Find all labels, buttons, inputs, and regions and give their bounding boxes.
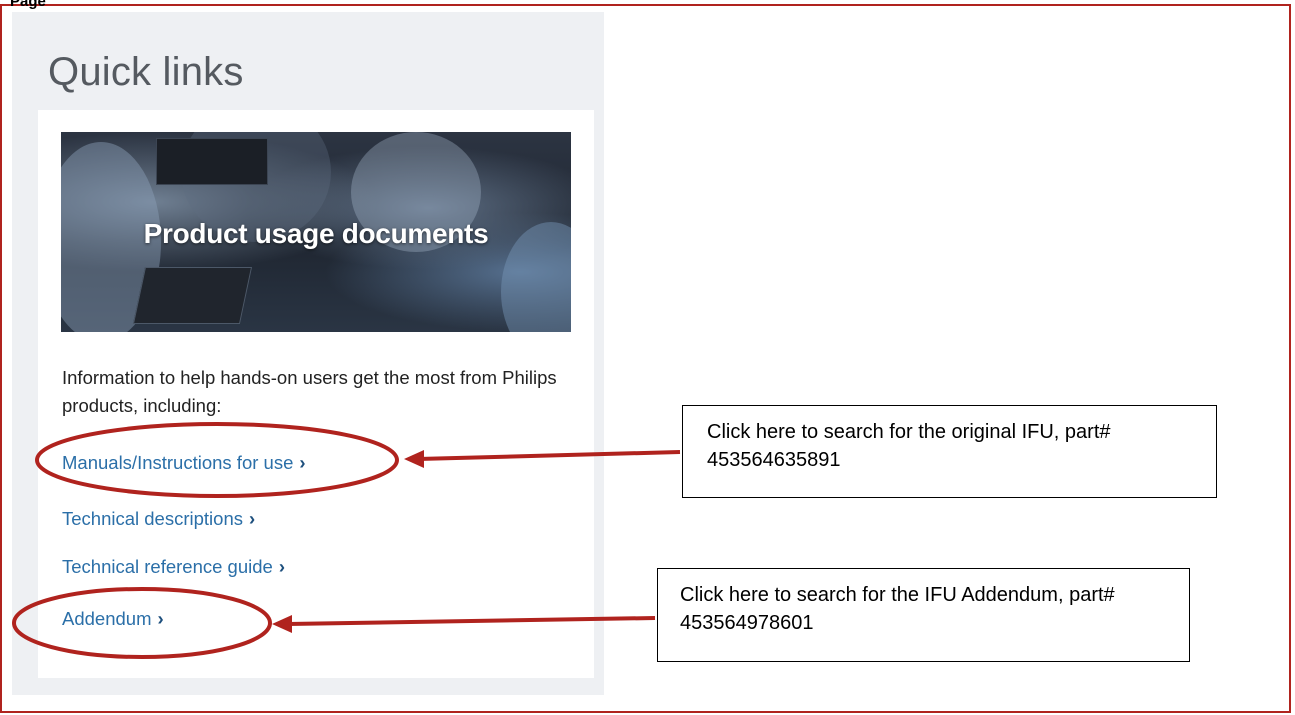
chevron-right-icon: › — [157, 608, 164, 629]
hero-title: Product usage documents — [143, 218, 489, 249]
chevron-right-icon: › — [248, 508, 256, 529]
callout-ifu-addendum: Click here to search for the IFU Addendu… — [657, 568, 1190, 662]
hero-keyboard — [132, 267, 253, 324]
top-label: Page — [10, 0, 46, 10]
hero-image[interactable]: Product usage documents — [61, 132, 571, 332]
card-description: Information to help hands-on users get t… — [62, 367, 557, 416]
addendum-link[interactable]: Addendum › — [62, 608, 164, 630]
chevron-right-icon: › — [278, 556, 285, 577]
manuals-instructions-link[interactable]: Manuals/Instructions for use › — [62, 452, 306, 474]
technical-reference-guide-link[interactable]: Technical reference guide › — [62, 556, 285, 578]
panel-title: Quick links — [48, 50, 244, 94]
hero-monitor — [156, 138, 268, 185]
technical-descriptions-link[interactable]: Technical descriptions › — [62, 508, 255, 530]
link-label: Technical reference guide — [62, 556, 273, 577]
link-label: Addendum — [62, 608, 152, 629]
callout-original-ifu: Click here to search for the original IF… — [682, 405, 1217, 498]
link-label: Technical descriptions — [62, 508, 243, 529]
link-label: Manuals/Instructions for use — [62, 452, 294, 473]
chevron-right-icon: › — [299, 452, 306, 473]
